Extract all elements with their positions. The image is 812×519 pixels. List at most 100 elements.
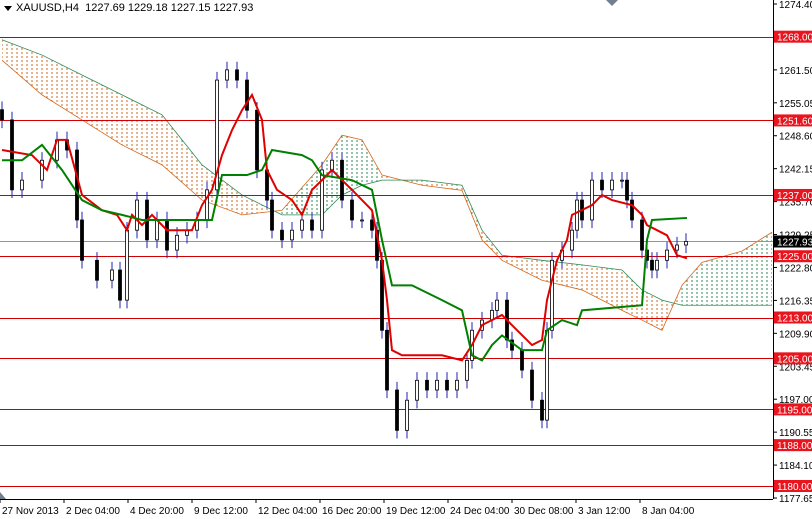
candle-body — [455, 379, 459, 391]
tenkan-senline — [1, 92, 688, 362]
cloud-segment — [422, 180, 462, 191]
y-tick-label: 1216.35 — [779, 296, 812, 307]
cloud-segment — [362, 139, 382, 186]
indicator-lines — [1, 92, 688, 362]
candle-body — [540, 399, 544, 421]
y-tick-label: 1261.50 — [779, 66, 812, 77]
axes: 1274.401261.501255.051248.601242.151235.… — [0, 0, 812, 517]
y-tick-label: 1255.05 — [779, 99, 812, 110]
candle-body — [118, 269, 122, 301]
cloud-segment — [2, 39, 42, 95]
candle-body — [550, 259, 554, 331]
candle-body — [620, 179, 624, 182]
y-tick-label: 1248.60 — [779, 132, 812, 143]
candle-body — [370, 219, 374, 231]
cloud-segment — [702, 251, 742, 306]
candle-body — [435, 379, 439, 391]
candle-body — [290, 229, 294, 241]
candle-body — [575, 199, 579, 231]
x-tick-label: 27 Nov 2013 — [2, 506, 59, 517]
cloud-segment — [342, 135, 362, 195]
cloud-segment — [282, 164, 322, 215]
candle-body — [310, 219, 314, 231]
level-price-label: 1237.00 — [777, 191, 812, 202]
x-tick-label: 3 Jan 12:00 — [578, 506, 631, 517]
current-price-label: 1227.93 — [777, 238, 812, 249]
candle-body — [235, 69, 239, 81]
candle-body — [630, 199, 634, 221]
x-tick-label: 8 Jan 04:00 — [642, 506, 695, 517]
candle-body — [415, 379, 419, 401]
candle-body — [610, 179, 614, 191]
candle-body — [265, 169, 269, 201]
candle-body — [300, 219, 304, 231]
level-price-label: 1268.00 — [777, 33, 812, 44]
candle-body — [625, 179, 629, 201]
candle-body — [95, 259, 99, 281]
candle-body — [225, 69, 229, 81]
candle-body — [655, 259, 659, 271]
candle-body — [280, 229, 284, 241]
candle-body — [155, 219, 159, 241]
candle-body — [80, 219, 84, 261]
candle-body — [360, 219, 364, 222]
level-price-label: 1180.00 — [777, 482, 812, 493]
x-tick-label: 9 Dec 12:00 — [194, 506, 248, 517]
x-tick-label: 4 Dec 20:00 — [130, 506, 184, 517]
cloud-segment — [582, 264, 622, 311]
candle-body — [110, 269, 114, 281]
level-price-label: 1205.00 — [777, 354, 812, 365]
y-tick-label: 1274.40 — [779, 0, 812, 11]
cloud-segment — [482, 230, 502, 261]
candle-body — [425, 379, 429, 391]
level-price-label: 1195.00 — [777, 405, 812, 416]
candle-body — [675, 244, 679, 251]
chart-shift-handle-icon[interactable] — [606, 0, 618, 6]
candle-body — [10, 119, 14, 191]
candle-body — [650, 259, 654, 271]
candle-body — [270, 199, 274, 231]
candle-body — [665, 249, 669, 261]
candle-body — [684, 241, 688, 246]
candle-body — [570, 229, 574, 251]
level-price-label: 1188.00 — [777, 441, 812, 452]
candle-body — [165, 219, 169, 251]
candle-body — [385, 329, 389, 391]
chart-shift-marker-icon[interactable] — [0, 492, 6, 499]
cloud-segment — [642, 289, 662, 331]
x-tick-label: 2 Dec 04:00 — [66, 506, 120, 517]
candle-body — [350, 199, 354, 221]
cloud-segment — [622, 270, 642, 321]
candle-body — [75, 149, 79, 221]
candle-body — [445, 379, 449, 391]
candle-body — [395, 389, 399, 431]
cloud-segment — [122, 94, 162, 165]
candle-body — [255, 109, 259, 171]
candle-body — [600, 179, 604, 191]
candle-body — [495, 299, 499, 311]
cloud-segment — [682, 262, 702, 306]
candle-body — [640, 219, 644, 251]
candle-body — [125, 229, 129, 301]
x-tick-label: 19 Dec 12:00 — [386, 506, 446, 517]
candle-body — [465, 359, 469, 381]
candle-body — [530, 369, 534, 401]
y-tick-label: 1184.10 — [779, 461, 812, 472]
candle-body — [520, 349, 524, 371]
candle-body — [405, 399, 409, 431]
y-tick-label: 1209.90 — [779, 329, 812, 340]
x-tick-label: 12 Dec 04:00 — [258, 506, 318, 517]
y-tick-label: 1242.15 — [779, 165, 812, 176]
price-chart[interactable]: 1274.401261.501255.051248.601242.151235.… — [0, 0, 812, 519]
x-tick-label: 16 Dec 20:00 — [322, 506, 382, 517]
cloud-segment — [502, 255, 542, 281]
y-tick-label: 1222.80 — [779, 263, 812, 274]
level-price-label: 1213.00 — [777, 314, 812, 325]
level-price-label: 1251.60 — [777, 116, 812, 127]
candle-body — [20, 179, 24, 191]
x-tick-label: 30 Dec 08:00 — [514, 506, 574, 517]
cloud-segment — [742, 232, 772, 306]
cloud-segment — [82, 74, 122, 145]
level-price-label: 1225.00 — [777, 252, 812, 263]
candle-body — [545, 329, 549, 421]
